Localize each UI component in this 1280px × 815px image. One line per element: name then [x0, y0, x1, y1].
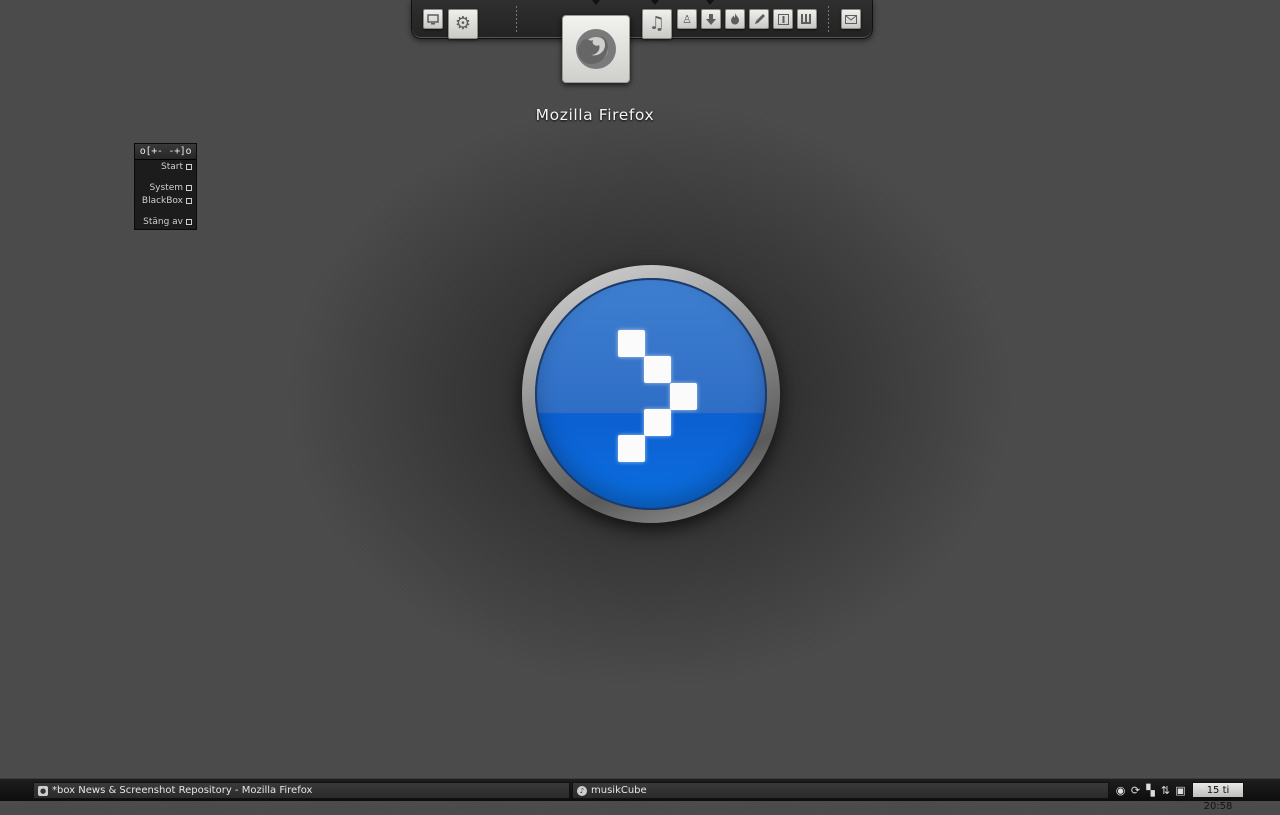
network-icon[interactable]: ◉ [1114, 784, 1127, 797]
flame-icon[interactable] [725, 9, 745, 29]
submenu-marker-icon [186, 164, 192, 170]
menu-item-label: BlackBox [141, 196, 183, 206]
sync-icon[interactable]: ⇅ [1159, 784, 1172, 797]
logo-pixel [644, 356, 671, 383]
slit-menu: o[+- -+]o Start System BlackBox Stäng av [134, 143, 197, 230]
w-icon[interactable] [797, 9, 817, 29]
dock-indicator [706, 0, 714, 5]
menu-item-label: System [149, 183, 183, 193]
taskbar-clock[interactable]: 15 ti 20:58 [1192, 782, 1244, 812]
top-dock: ⚙ ♫ ♙ [411, 0, 873, 39]
settings-gear-icon[interactable]: ⚙ [448, 9, 478, 39]
task-button-musikcube[interactable]: ♪ musikCube [572, 782, 1109, 799]
system-tray: ◉ ⟳ ▚ ⇅ ▣ [1111, 782, 1191, 799]
menu-item-shutdown[interactable]: Stäng av [143, 217, 192, 227]
logo-pixel [670, 383, 697, 410]
submenu-marker-icon [186, 185, 192, 191]
logo-pixel [618, 435, 645, 462]
firefox-icon: ● [38, 785, 48, 796]
taskbar: ● *box News & Screenshot Repository - Mo… [0, 778, 1280, 812]
task-button-firefox[interactable]: ● *box News & Screenshot Repository - Mo… [33, 782, 570, 799]
window-icon[interactable]: ▣ [1174, 784, 1187, 797]
menu-item-label: Start [161, 162, 183, 172]
slit-menu-title[interactable]: o[+- -+]o [135, 144, 196, 160]
firefox-dock-tile[interactable] [562, 15, 630, 83]
logo-disc [535, 278, 767, 510]
display-icon[interactable]: ▚ [1144, 784, 1157, 797]
dock-indicator [592, 0, 600, 5]
task-label: musikCube [591, 785, 647, 796]
task-label: *box News & Screenshot Repository - Mozi… [52, 785, 313, 796]
update-icon[interactable]: ⟳ [1129, 784, 1142, 797]
pen-icon[interactable] [749, 9, 769, 29]
wallpaper-logo [522, 265, 780, 523]
menu-item-system[interactable]: System [149, 183, 192, 193]
submenu-marker-icon [186, 198, 192, 204]
firefox-icon [576, 29, 616, 69]
musikcube-icon: ♪ [577, 785, 587, 796]
download-icon[interactable] [701, 9, 721, 29]
mail-icon[interactable] [841, 9, 861, 29]
menu-item-start[interactable]: Start [161, 162, 192, 172]
music-note-icon[interactable]: ♫ [642, 9, 672, 39]
logo-pixel [644, 409, 671, 436]
menu-item-blackbox[interactable]: BlackBox [142, 196, 192, 206]
monitor-icon[interactable] [423, 9, 443, 29]
dock-hover-label: Mozilla Firefox [535, 106, 655, 124]
submenu-marker-icon [186, 219, 192, 225]
dock-indicator [651, 0, 659, 5]
info-icon[interactable] [773, 9, 793, 29]
user-icon[interactable]: ♙ [677, 9, 697, 29]
logo-pixel [618, 330, 645, 357]
menu-item-label: Stäng av [143, 217, 183, 227]
